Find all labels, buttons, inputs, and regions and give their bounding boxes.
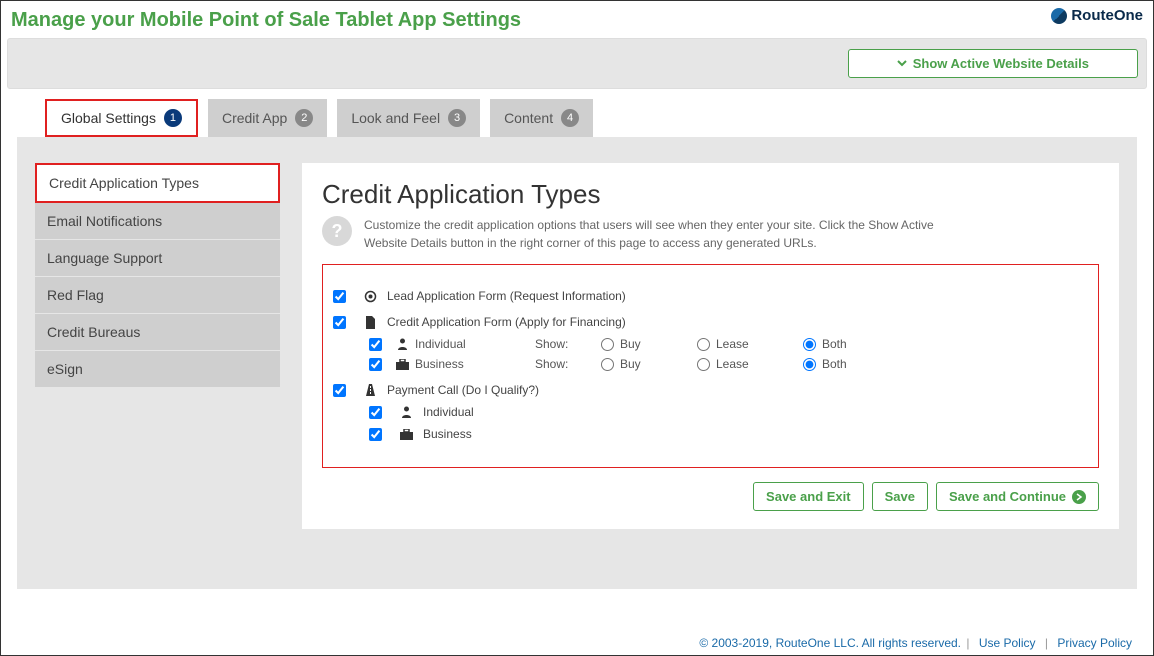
show-active-website-details-button[interactable]: Show Active Website Details: [848, 49, 1138, 78]
radio-business-both[interactable]: [803, 358, 816, 371]
row-payment-call: Payment Call (Do I Qualify?): [333, 383, 1088, 397]
save-and-continue-button[interactable]: Save and Continue: [936, 482, 1099, 511]
checkbox-individual[interactable]: [369, 338, 382, 351]
tab-label: Global Settings: [61, 110, 156, 126]
business-label: Business: [415, 357, 464, 371]
separator: |: [966, 636, 969, 650]
sidebar-item-language-support[interactable]: Language Support: [35, 240, 280, 277]
lead-application-label: Lead Application Form (Request Informati…: [387, 289, 626, 303]
tabs: Global Settings 1 Credit App 2 Look and …: [45, 99, 1147, 137]
target-icon: [364, 290, 377, 303]
radio-business-lease[interactable]: [697, 358, 710, 371]
checkbox-lead-application[interactable]: [333, 290, 346, 303]
save-button[interactable]: Save: [872, 482, 928, 511]
radio-individual-both[interactable]: [803, 338, 816, 351]
checkbox-credit-application[interactable]: [333, 316, 346, 329]
both-label: Both: [822, 357, 847, 371]
brand-icon: [1051, 8, 1067, 24]
section-title: Credit Application Types: [322, 179, 1099, 210]
copyright-text: © 2003-2019, RouteOne LLC. All rights re…: [699, 636, 961, 650]
tab-global-settings[interactable]: Global Settings 1: [45, 99, 198, 137]
privacy-policy-link[interactable]: Privacy Policy: [1057, 636, 1132, 650]
panel-outer: Credit Application Types Email Notificat…: [17, 137, 1137, 589]
tab-label: Content: [504, 110, 553, 126]
row-business-options: Business Show: Buy Lease Both: [369, 357, 1088, 371]
main-card: Credit Application Types ? Customize the…: [302, 163, 1119, 529]
lease-label: Lease: [716, 357, 749, 371]
show-label: Show:: [535, 337, 595, 351]
brand-text: RouteOne: [1071, 7, 1143, 24]
row-lead-application: Lead Application Form (Request Informati…: [333, 289, 1088, 303]
tab-number: 1: [164, 109, 182, 127]
radio-business-buy[interactable]: [601, 358, 614, 371]
sidebar-item-credit-bureaus[interactable]: Credit Bureaus: [35, 314, 280, 351]
radio-individual-lease[interactable]: [697, 338, 710, 351]
individual-label: Individual: [415, 337, 466, 351]
tab-credit-app[interactable]: Credit App 2: [208, 99, 327, 137]
person-icon: [400, 406, 413, 419]
arrow-right-icon: [1072, 490, 1086, 504]
save-continue-label: Save and Continue: [949, 489, 1066, 504]
action-buttons: Save and Exit Save Save and Continue: [322, 482, 1099, 511]
lease-label: Lease: [716, 337, 749, 351]
footer: © 2003-2019, RouteOne LLC. All rights re…: [699, 636, 1136, 650]
help-icon: ?: [322, 216, 352, 246]
tab-number: 4: [561, 109, 579, 127]
use-policy-link[interactable]: Use Policy: [979, 636, 1036, 650]
row-paymentcall-individual: Individual: [369, 405, 1088, 419]
sidebar-item-credit-application-types[interactable]: Credit Application Types: [35, 163, 280, 203]
chevron-down-icon: [897, 56, 907, 71]
both-label: Both: [822, 337, 847, 351]
page-title: Manage your Mobile Point of Sale Tablet …: [11, 9, 521, 32]
row-credit-application: Credit Application Form (Apply for Finan…: [333, 315, 1088, 329]
show-details-label: Show Active Website Details: [913, 56, 1089, 71]
top-action-bar: Show Active Website Details: [7, 38, 1147, 89]
briefcase-icon: [400, 428, 413, 441]
checkbox-paymentcall-individual[interactable]: [369, 406, 382, 419]
brand-logo: RouteOne: [1051, 7, 1143, 24]
row-individual-options: Individual Show: Buy Lease Both: [369, 337, 1088, 351]
radio-individual-buy[interactable]: [601, 338, 614, 351]
tab-number: 3: [448, 109, 466, 127]
show-label: Show:: [535, 357, 595, 371]
buy-label: Buy: [620, 337, 641, 351]
sidebar-item-red-flag[interactable]: Red Flag: [35, 277, 280, 314]
payment-call-label: Payment Call (Do I Qualify?): [387, 383, 539, 397]
individual-label: Individual: [423, 405, 474, 419]
briefcase-icon: [396, 358, 409, 371]
sidebar-item-email-notifications[interactable]: Email Notifications: [35, 203, 280, 240]
tab-label: Look and Feel: [351, 110, 440, 126]
person-icon: [396, 338, 409, 351]
sidebar: Credit Application Types Email Notificat…: [35, 163, 280, 388]
document-icon: [364, 316, 377, 329]
tab-number: 2: [295, 109, 313, 127]
tab-content[interactable]: Content 4: [490, 99, 593, 137]
checkbox-payment-call[interactable]: [333, 384, 346, 397]
tab-label: Credit App: [222, 110, 287, 126]
business-label: Business: [423, 427, 472, 441]
section-description: Customize the credit application options…: [364, 216, 944, 252]
form-area: Lead Application Form (Request Informati…: [322, 264, 1099, 468]
save-and-exit-button[interactable]: Save and Exit: [753, 482, 864, 511]
checkbox-business[interactable]: [369, 358, 382, 371]
tab-look-and-feel[interactable]: Look and Feel 3: [337, 99, 480, 137]
credit-application-label: Credit Application Form (Apply for Finan…: [387, 315, 626, 329]
road-icon: [364, 384, 377, 397]
row-paymentcall-business: Business: [369, 427, 1088, 441]
buy-label: Buy: [620, 357, 641, 371]
separator: |: [1045, 636, 1048, 650]
checkbox-paymentcall-business[interactable]: [369, 428, 382, 441]
sidebar-item-esign[interactable]: eSign: [35, 351, 280, 388]
